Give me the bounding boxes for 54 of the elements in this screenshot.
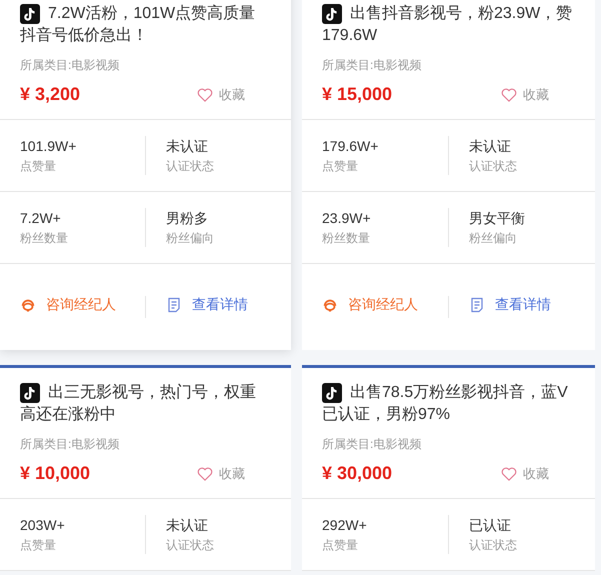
listing-card[interactable]: 出售抖音影视号，粉23.9W，赞179.6W 所属类目:电影视频 ¥ 15,000 收藏 179.6W+ 点赞量 未认证 认证状态 23.9W+ 粉丝数量 男女平衡 粉丝偏向 咨询经纪人 查看详情: [302, 0, 595, 350]
app-logo-icon: [20, 4, 40, 24]
category-text: 所属类目:电影视频: [20, 57, 120, 74]
listing-title[interactable]: 出售抖音影视号，粉23.9W，赞179.6W: [322, 3, 575, 47]
stat-value: 203W+: [20, 516, 66, 535]
stat-label: 粉丝数量: [20, 230, 69, 247]
listing-card[interactable]: 7.2W活粉，101W点赞高质量抖音号低价急出！ 所属类目:电影视频 ¥ 3,200 收藏 101.9W+ 点赞量 未认证 认证状态 7.2W+ 粉丝数量 男粉多 粉丝偏向 咨询经纪人 查看详情: [0, 0, 291, 350]
price: ¥ 15,000: [322, 84, 392, 105]
heart-icon: [501, 466, 517, 480]
view-details-link[interactable]: 查看详情: [469, 296, 551, 314]
price: ¥ 3,200: [20, 84, 80, 105]
listing-card[interactable]: 出售78.5万粉丝影视抖音，蓝V已认证，男粉97% 所属类目:电影视频 ¥ 30,000 收藏 292W+ 点赞量 已认证 认证状态: [302, 365, 595, 571]
listing-title[interactable]: 出售78.5万粉丝影视抖音，蓝V已认证，男粉97%: [322, 382, 575, 426]
category-text: 所属类目:电影视频: [322, 436, 422, 453]
stat-value: 男女平衡: [469, 209, 526, 228]
stat-label: 粉丝数量: [322, 230, 371, 247]
heart-icon: [197, 466, 213, 480]
price: ¥ 10,000: [20, 463, 90, 484]
stat-value: 23.9W+: [322, 209, 372, 228]
listing-title[interactable]: 出三无影视号，热门号，权重高还在涨粉中: [20, 382, 271, 426]
stat-value: 已认证: [469, 516, 512, 535]
app-logo-icon: [322, 383, 342, 403]
stat-label: 认证状态: [469, 537, 518, 554]
heart-icon: [197, 88, 213, 102]
category-text: 所属类目:电影视频: [322, 57, 422, 74]
stat-value: 292W+: [322, 516, 368, 535]
stat-label: 点赞量: [20, 537, 57, 554]
stat-label: 点赞量: [322, 158, 359, 175]
stat-value: 7.2W+: [20, 209, 62, 228]
app-logo-icon: [322, 4, 342, 24]
document-icon: [469, 297, 485, 313]
heart-icon: [501, 88, 517, 102]
document-icon: [166, 297, 182, 313]
stat-value: 未认证: [166, 516, 209, 535]
stat-label: 认证状态: [469, 158, 518, 175]
listing-title[interactable]: 7.2W活粉，101W点赞高质量抖音号低价急出！: [20, 3, 271, 47]
listing-card[interactable]: 出三无影视号，热门号，权重高还在涨粉中 所属类目:电影视频 ¥ 10,000 收藏 203W+ 点赞量 未认证 认证状态: [0, 365, 291, 571]
stat-label: 认证状态: [166, 537, 215, 554]
view-details-link[interactable]: 查看详情: [166, 296, 248, 314]
price: ¥ 30,000: [322, 463, 392, 484]
stat-value: 男粉多: [166, 209, 209, 228]
stat-value: 101.9W+: [20, 137, 78, 156]
stat-label: 粉丝偏向: [469, 230, 518, 247]
stat-value: 179.6W+: [322, 137, 380, 156]
headset-icon: [322, 297, 338, 313]
stat-value: 未认证: [166, 137, 209, 156]
stat-value: 未认证: [469, 137, 512, 156]
stat-label: 点赞量: [322, 537, 359, 554]
stat-label: 认证状态: [166, 158, 215, 175]
headset-icon: [20, 297, 36, 313]
category-text: 所属类目:电影视频: [20, 436, 120, 453]
stat-label: 粉丝偏向: [166, 230, 215, 247]
stat-label: 点赞量: [20, 158, 57, 175]
app-logo-icon: [20, 383, 40, 403]
